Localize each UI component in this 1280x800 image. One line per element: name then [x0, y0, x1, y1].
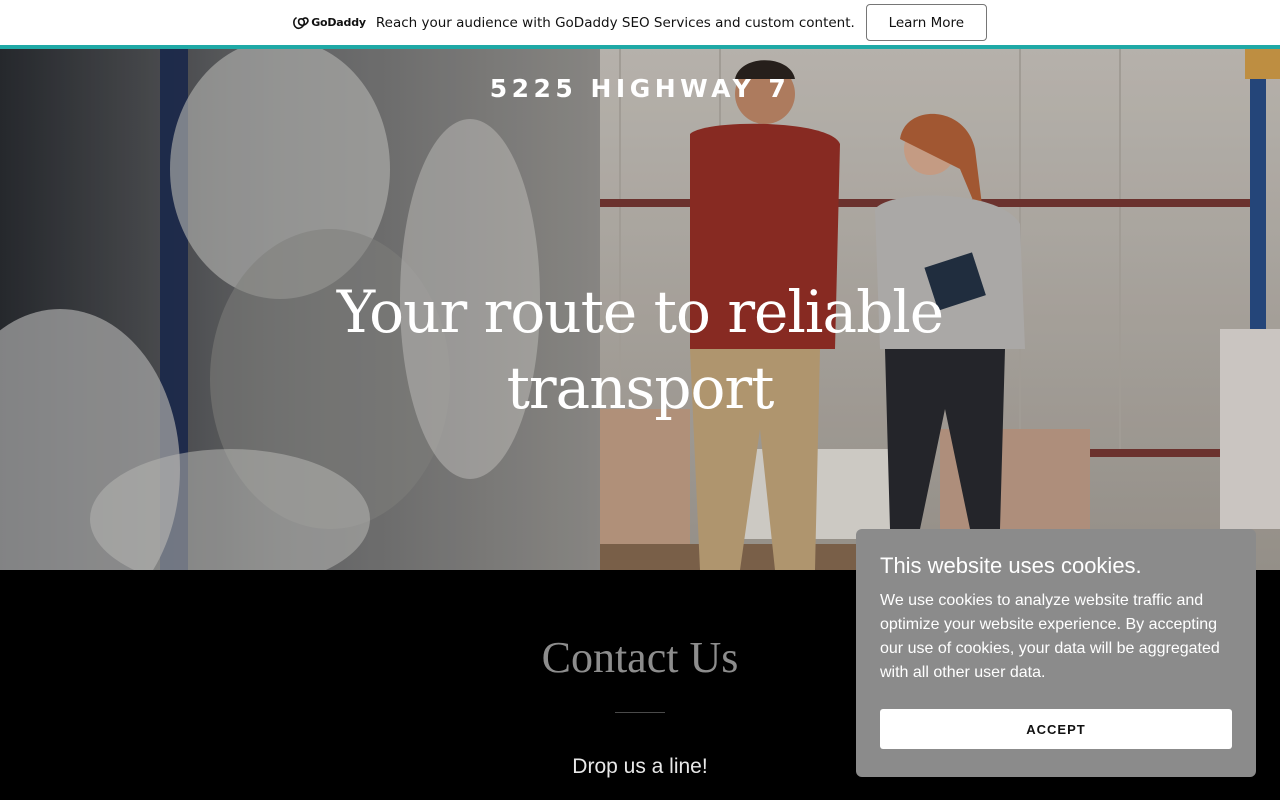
accept-cookies-button[interactable]: ACCEPT [880, 709, 1232, 749]
promo-banner: GoDaddy Reach your audience with GoDaddy… [0, 0, 1280, 45]
cookie-notice-body: We use cookies to analyze website traffi… [880, 592, 1220, 681]
godaddy-logo-text: GoDaddy [311, 16, 366, 29]
contact-divider [615, 712, 665, 713]
godaddy-logo-icon [293, 16, 309, 29]
godaddy-logo[interactable]: GoDaddy [293, 16, 366, 30]
learn-more-button[interactable]: Learn More [865, 4, 987, 41]
cookie-notice: This website uses cookies. We use cookie… [856, 529, 1256, 777]
hero-heading: Your route to reliable transport [336, 278, 944, 422]
cookie-notice-title: This website uses cookies. [880, 553, 1142, 578]
promo-message: Reach your audience with GoDaddy SEO Ser… [375, 14, 855, 31]
site-title[interactable]: 5225 HIGHWAY 7 [0, 74, 1280, 103]
hero-section: 5225 HIGHWAY 7 Your route to reliable tr… [0, 49, 1280, 570]
